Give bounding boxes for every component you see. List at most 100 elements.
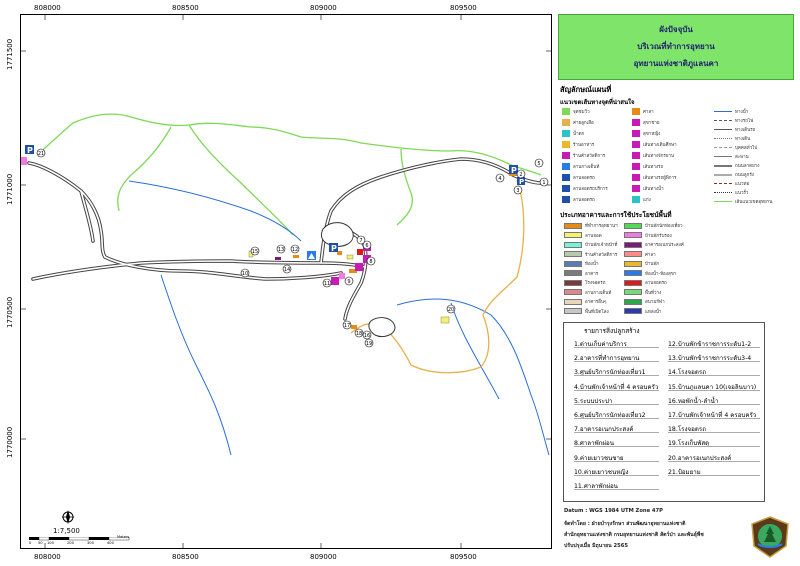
legend-label: ถนนลาดยาง: [735, 164, 760, 169]
boundary-spur-3: [396, 148, 413, 226]
coord-x-top-4: 809500: [450, 4, 477, 12]
park-boundary-line: [38, 113, 542, 176]
landuse-swatch: [624, 222, 642, 229]
svg-text:19: 19: [366, 341, 372, 347]
marker-11: 11: [322, 278, 332, 288]
landuse-swatch: [624, 251, 642, 257]
side-panel: ผังปัจจุบัน บริเวณที่ทำการอุทยาน อุทยานแ…: [558, 14, 794, 558]
river-left: [160, 274, 232, 456]
landuse-swatch: [564, 270, 582, 276]
marker-8: 8: [366, 256, 376, 266]
marker-19: 19: [364, 338, 374, 348]
scale-ratio: 1:7,500: [53, 527, 80, 535]
map-canvas[interactable]: P P P P 1 2 3 4 5 6 7 8 9 10 11 12 13 14…: [21, 15, 551, 548]
legend-label: ถนนลูกรัง: [735, 173, 754, 178]
title-line-1: ผังปัจจุบัน: [659, 25, 693, 34]
landuse-item: ลานจอดรถ: [624, 279, 667, 286]
landuse-swatch: [624, 279, 642, 286]
landuse-swatch: [564, 232, 582, 238]
legend-item-line: สะพาน: [714, 153, 749, 160]
legend-item-facility: สุขาหญิง: [632, 130, 660, 137]
coord-x-top-2: 808500: [172, 4, 199, 12]
legend-label: เส้นทางน้ำ: [643, 187, 664, 192]
landuse-item: แหล่งน้ำ: [624, 308, 661, 315]
legend-item-facility: ศาลา: [632, 108, 654, 115]
legend-item-line: แนวท่อ: [714, 180, 749, 187]
legend-line-icon: [714, 192, 732, 193]
legend-line-icon: [714, 164, 732, 167]
landuse-item: โรงจอดรถ: [564, 279, 605, 286]
svg-text:6: 6: [365, 243, 368, 249]
legend-line-icon: [714, 147, 732, 148]
legend-line-icon: [714, 129, 732, 130]
landuse-swatch: [564, 251, 582, 257]
legend-item-symbol: ลานจอดรถ: [562, 196, 595, 203]
marker-9: 9: [344, 276, 354, 286]
legend-label: สะพาน: [735, 155, 749, 160]
svg-text:18: 18: [356, 331, 362, 337]
landuse-label: บ้านพัก: [645, 262, 660, 267]
legend-facility-icon: [632, 152, 640, 159]
scale-tick-0: 0: [29, 541, 32, 545]
pond-lower: [368, 317, 396, 338]
legend-label: ลานจอดรถ: [573, 176, 595, 181]
landuse-label: โรงจอดรถ: [585, 281, 606, 286]
legend-item-line: บุคคลทั่วไป: [714, 144, 757, 151]
landuse-label: บ้านพักเจ้าหน้าที่: [585, 243, 618, 248]
legend-facility-icon: [632, 130, 640, 137]
legend-facility-icon: [632, 108, 640, 115]
coord-x-bottom-4: 809500: [450, 553, 477, 561]
landuse-item: อาคาร: [564, 270, 598, 277]
legend-item-facility: เส้นทางเดินศึกษา: [632, 141, 677, 148]
legend-symbol-icon: [562, 119, 570, 126]
shop-icon: [331, 277, 339, 285]
landuse-swatch: [564, 222, 582, 229]
svg-text:21: 21: [38, 151, 44, 157]
legend-item-facility: เส้นทางรถ: [632, 163, 663, 170]
landuse-item: ห้องน้ำ: [564, 260, 598, 267]
legend-label: เส้นทางรถผู้พิการ: [643, 176, 677, 181]
marker-17: 17: [342, 320, 352, 330]
map-frame[interactable]: P P P P 1 2 3 4 5 6 7 8 9 10 11 12 13 14…: [20, 14, 552, 549]
river-top: [128, 180, 302, 242]
legend-label: น้ำตก: [573, 132, 585, 137]
landuse-swatch: [624, 232, 642, 238]
legend-item-symbol: ลานจอดรถ: [562, 174, 595, 181]
legend-item-symbol: ค่ายลูกเสือ: [562, 119, 594, 126]
marker-14: 14: [282, 264, 292, 274]
legend-label: สุขาชาย: [643, 121, 660, 126]
legend-line-icon: [714, 111, 732, 112]
legend-item-facility: สุขาชาย: [632, 119, 660, 126]
marker-16: 16: [362, 330, 372, 340]
marker-18: 18: [354, 328, 364, 338]
landuse-heading: ประเภทอาคารและการใช้ประโยชน์พื้นที่: [560, 211, 672, 219]
scale-tick-50: 50: [38, 541, 43, 545]
landuse-item: ห้องน้ำ-ห้องสุขา: [624, 270, 676, 277]
legend-label: ลานจอดรถ: [573, 198, 595, 203]
landuse-label: ห้องน้ำ-ห้องสุขา: [645, 271, 677, 277]
marker-4: 4: [495, 173, 505, 183]
building-list-heading: รายการสิ่งปลูกสร้าง: [584, 327, 640, 335]
legend-symbol-icon: [562, 174, 570, 181]
landuse-label: ลานจอดรถ: [645, 281, 667, 286]
legend-item-symbol: ลานจอดรถบริการ: [562, 185, 608, 192]
landuse-swatch: [624, 289, 642, 295]
svg-text:3: 3: [516, 188, 519, 194]
marker-1: 1: [539, 177, 549, 187]
svg-text:16: 16: [364, 333, 370, 339]
svg-text:14: 14: [284, 267, 290, 273]
landuse-swatch: [564, 241, 582, 248]
svg-text:20: 20: [448, 307, 454, 313]
svg-text:12: 12: [292, 247, 298, 253]
legend-facility-icon: [632, 141, 640, 148]
legend-label: จุดชมวิว: [573, 110, 590, 115]
legend-label: สุขาหญิง: [643, 132, 661, 137]
landuse-swatch: [624, 308, 642, 314]
legend-symbol-icon: [562, 141, 570, 148]
legend-label: แก่ง: [643, 198, 651, 203]
marker-3: 3: [513, 185, 523, 195]
legend-symbol-icon: [562, 185, 570, 192]
landuse-label: ลานกางเต็นท์: [585, 290, 612, 296]
legend-item-line: ถนนลูกรัง: [714, 171, 754, 178]
legend-label: แนวรั้ว: [735, 191, 749, 196]
